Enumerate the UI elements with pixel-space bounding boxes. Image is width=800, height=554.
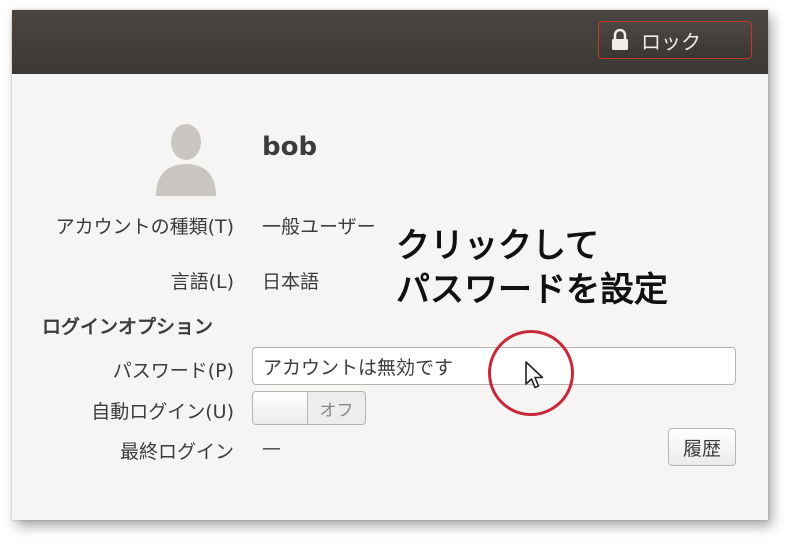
username[interactable]: bob	[262, 132, 317, 162]
toggle-knob[interactable]	[253, 392, 308, 424]
language-value[interactable]: 日本語	[262, 267, 319, 294]
mouse-pointer-icon	[524, 360, 546, 394]
password-field-value: アカウントは無効です	[263, 356, 454, 379]
lock-button-label: ロック	[641, 29, 701, 54]
last-login-value: —	[262, 437, 281, 459]
login-options-heading: ログインオプション	[42, 316, 214, 338]
annotation-line-1: クリックして	[396, 226, 599, 266]
account-type-label: アカウントの種類(T)	[55, 216, 234, 238]
auto-login-label: 自動ログイン(U)	[91, 401, 234, 423]
password-label: パスワード(P)	[112, 360, 234, 382]
instruction-annotation: クリックして パスワードを設定	[396, 224, 668, 312]
user-avatar[interactable]	[154, 120, 218, 196]
lock-icon	[611, 28, 629, 51]
lock-button[interactable]: ロック	[598, 21, 752, 59]
history-button[interactable]: 履歴	[668, 428, 736, 466]
auto-login-toggle[interactable]: オフ	[252, 391, 366, 425]
last-login-label: 最終ログイン	[119, 441, 234, 463]
language-label: 言語(L)	[170, 271, 234, 293]
header-bar: ロック	[12, 10, 768, 74]
account-type-value[interactable]: 一般ユーザー	[262, 212, 376, 239]
user-silhouette-icon	[156, 124, 216, 196]
history-button-label: 履歴	[682, 437, 721, 460]
annotation-line-2: パスワードを設定	[396, 270, 668, 310]
toggle-state: オフ	[319, 400, 354, 421]
